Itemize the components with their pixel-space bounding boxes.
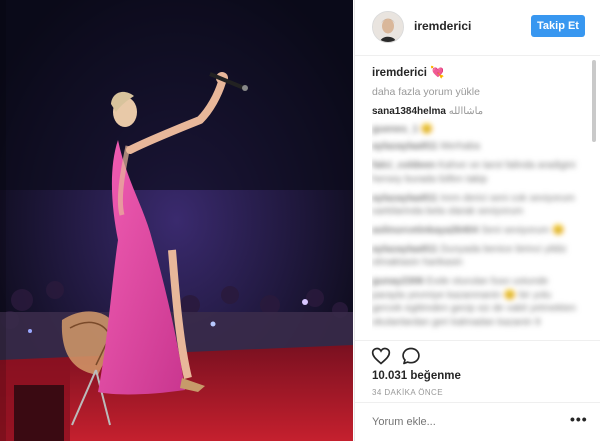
- comment-username[interactable]: falci_coldeen: [372, 160, 435, 171]
- avatar[interactable]: [372, 11, 404, 43]
- post-actions: 10.031 beğenme 34 DAKİKA ÖNCE: [355, 340, 600, 401]
- comment-input[interactable]: [370, 415, 564, 429]
- comment-text: Merhaba: [440, 141, 480, 153]
- caption-username[interactable]: iremderici: [372, 67, 427, 79]
- comments-scrollbar[interactable]: [592, 60, 596, 142]
- comment-row: guenes_1 😊: [372, 123, 582, 137]
- comment-username[interactable]: aylazaylaa911: [372, 141, 438, 152]
- post-time: 34 DAKİKA ÖNCE: [372, 388, 443, 397]
- concert-photo-illustration: [0, 0, 353, 441]
- header-username[interactable]: iremderici: [414, 19, 471, 33]
- comment-row: aylazaylaa911 Merhaba: [372, 140, 582, 154]
- comment-row: gunay2306 Evde oturulan fuso ustunde par…: [372, 275, 582, 330]
- comment-username[interactable]: aylazaylaa911: [372, 193, 438, 204]
- comment-icon[interactable]: [401, 346, 421, 366]
- comment-row: falci_coldeen Kahve ve tarot falinda ara…: [372, 159, 582, 186]
- caption-emoji: 💘: [430, 67, 445, 79]
- comments-section[interactable]: iremderici 💘 daha fazla yorum yükle sana…: [372, 60, 582, 338]
- caption: iremderici 💘: [372, 65, 582, 79]
- comment-row: sana1384helma ماشاالله: [372, 105, 582, 119]
- comment-username[interactable]: aslinurcetinkaya26404: [372, 225, 478, 236]
- more-options-icon[interactable]: •••: [570, 411, 588, 427]
- comment-text: ماشاالله: [448, 106, 484, 117]
- comment-row: aslinurcetinkaya26404 Seni seviyorum 😊: [372, 224, 582, 238]
- post-side-panel: iremderici Takip Et iremderici 💘 daha fa…: [354, 0, 600, 441]
- comment-row: aylazaylaa911 Dunyada benice birinci yil…: [372, 243, 582, 270]
- likes-count[interactable]: 10.031 beğenme: [372, 370, 461, 382]
- avatar-picture: [373, 12, 403, 42]
- post-header: iremderici Takip Et: [355, 0, 600, 56]
- follow-button[interactable]: Takip Et: [531, 15, 585, 37]
- add-comment-bar: •••: [355, 402, 600, 442]
- comment-username[interactable]: sana1384helma: [372, 106, 446, 117]
- comment-username[interactable]: guenes_1: [372, 124, 418, 135]
- comment-text: Seni seviyorum 😊: [480, 224, 565, 236]
- heart-icon[interactable]: [371, 346, 391, 366]
- comment-username[interactable]: gunay2306: [372, 276, 424, 287]
- comment-row: aylazaylaa911 Irem derici seni cok seviy…: [372, 192, 582, 219]
- load-more-comments[interactable]: daha fazla yorum yükle: [372, 86, 582, 98]
- comment-text: 😊: [420, 123, 434, 135]
- comment-username[interactable]: aylazaylaa911: [372, 244, 438, 255]
- post-photo[interactable]: [0, 0, 353, 441]
